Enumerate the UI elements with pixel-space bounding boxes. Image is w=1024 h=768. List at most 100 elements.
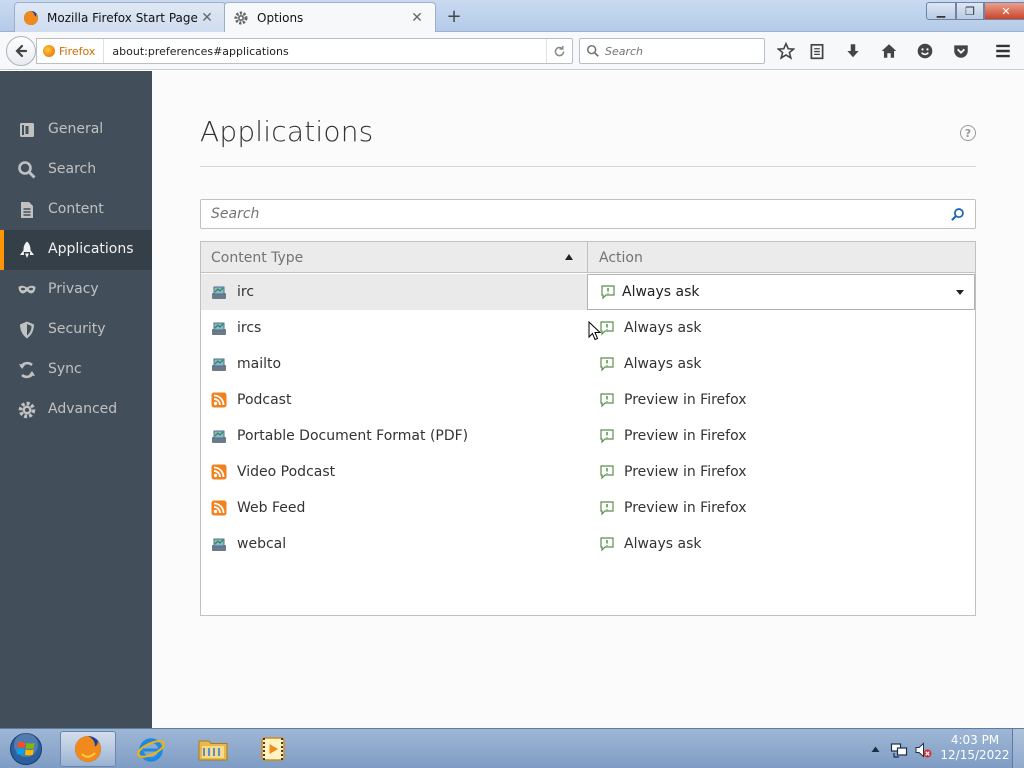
action-cell[interactable]: Always ask xyxy=(587,346,975,382)
sidebar-item-security[interactable]: Security xyxy=(0,310,152,350)
search-icon xyxy=(18,161,36,179)
sidebar-item-label: Applications xyxy=(48,241,134,257)
taskbar-internet-explorer[interactable] xyxy=(123,731,179,767)
volume-muted-icon[interactable] xyxy=(914,741,932,759)
hamburger-menu-icon xyxy=(996,44,1010,58)
close-tab-icon[interactable]: ✕ xyxy=(409,10,425,26)
sidebar-item-advanced[interactable]: Advanced xyxy=(0,390,152,430)
taskbar-windows-explorer[interactable] xyxy=(185,731,241,767)
reload-button[interactable] xyxy=(546,39,572,63)
action-cell[interactable]: Preview in Firefox xyxy=(587,454,975,490)
maximize-button[interactable]: ❐ xyxy=(956,2,984,20)
action-label: Preview in Firefox xyxy=(624,500,747,516)
preview-icon xyxy=(600,465,614,480)
identity-label: Firefox xyxy=(59,44,96,58)
home-button[interactable] xyxy=(879,41,899,61)
action-dropdown[interactable]: Always ask xyxy=(587,274,975,310)
clock-date: 12/15/2022 xyxy=(940,748,1010,762)
protocol-app-icon xyxy=(212,358,226,371)
rss-feed-icon xyxy=(211,464,227,480)
pocket-icon xyxy=(954,45,968,58)
column-header-action[interactable]: Action xyxy=(588,242,975,273)
table-row[interactable]: Video Podcast Preview in Firefox xyxy=(201,454,975,490)
taskbar-firefox[interactable] xyxy=(60,731,116,767)
smiley-icon xyxy=(917,43,933,59)
protocol-app-icon xyxy=(212,430,226,443)
content-type-cell: Podcast xyxy=(201,382,587,418)
tab-firefox-start-page[interactable]: Mozilla Firefox Start Page ✕ xyxy=(14,2,226,32)
sidebar-item-sync[interactable]: Sync xyxy=(0,350,152,390)
action-label: Always ask xyxy=(622,284,700,300)
sidebar-item-privacy[interactable]: Privacy xyxy=(0,270,152,310)
action-cell[interactable]: Preview in Firefox xyxy=(587,490,975,526)
sidebar-item-applications[interactable]: Applications xyxy=(0,230,152,270)
table-row[interactable]: webcal Always ask xyxy=(201,526,975,562)
table-row[interactable]: Web Feed Preview in Firefox xyxy=(201,490,975,526)
reading-list-button[interactable] xyxy=(807,41,827,61)
help-button[interactable]: ? xyxy=(960,125,976,141)
bookmark-star-button[interactable] xyxy=(776,41,796,61)
content-type-cell: Video Podcast xyxy=(201,454,587,490)
firefox-logo-icon xyxy=(75,736,101,762)
tab-title: Mozilla Firefox Start Page xyxy=(47,10,198,25)
table-row[interactable]: irc Always ask xyxy=(201,274,975,310)
taskbar-media-player[interactable] xyxy=(245,731,301,767)
sort-ascending-icon xyxy=(565,254,573,260)
search-input[interactable] xyxy=(605,44,755,58)
sidebar-item-label: Sync xyxy=(48,361,82,377)
table-row[interactable]: mailto Always ask xyxy=(201,346,975,382)
minimize-button[interactable]: ▁ xyxy=(926,2,956,20)
action-cell[interactable]: Preview in Firefox xyxy=(587,382,975,418)
privacy-mask-icon xyxy=(18,285,36,294)
sidebar-item-label: Security xyxy=(48,321,106,337)
start-button[interactable] xyxy=(4,730,48,768)
close-tab-icon[interactable]: ✕ xyxy=(199,10,215,26)
back-button[interactable] xyxy=(6,36,36,66)
content-type-label: Podcast xyxy=(237,392,292,408)
downloads-button[interactable] xyxy=(843,41,863,61)
column-header-content-type[interactable]: Content Type xyxy=(201,242,588,273)
advanced-icon xyxy=(18,401,36,419)
filter-input[interactable] xyxy=(211,206,911,222)
windows-start-orb-icon xyxy=(10,733,42,765)
content-type-label: Portable Document Format (PDF) xyxy=(237,428,469,444)
action-label: Always ask xyxy=(624,356,702,372)
url-text[interactable]: about:preferences#applications xyxy=(104,45,546,58)
table-row[interactable]: Podcast Preview in Firefox xyxy=(201,382,975,418)
tab-options[interactable]: Options ✕ xyxy=(224,2,436,32)
content-type-cell: irc xyxy=(201,274,587,310)
close-window-button[interactable]: ✕ xyxy=(984,2,1024,20)
show-hidden-icons-chevron-icon[interactable] xyxy=(871,745,880,753)
taskbar-clock[interactable]: 4:03 PM 12/15/2022 xyxy=(940,733,1010,763)
site-identity[interactable]: Firefox xyxy=(37,39,105,63)
protocol-app-icon xyxy=(212,286,226,299)
protocol-app-icon xyxy=(212,538,226,551)
hello-button[interactable] xyxy=(915,41,935,61)
search-icon xyxy=(951,208,964,221)
sidebar-item-search[interactable]: Search xyxy=(0,150,152,190)
clock-time: 4:03 PM xyxy=(950,733,1000,747)
table-row[interactable]: Portable Document Format (PDF) Preview i… xyxy=(201,418,975,454)
new-tab-button[interactable]: + xyxy=(444,6,464,27)
action-cell[interactable]: Always ask xyxy=(587,310,975,346)
action-cell[interactable]: Always ask xyxy=(587,526,975,562)
gear-icon xyxy=(234,11,248,25)
show-desktop-button[interactable] xyxy=(1012,729,1024,768)
security-icon xyxy=(20,321,34,339)
content-type-label: Web Feed xyxy=(237,500,306,516)
firefox-identity-icon xyxy=(43,45,55,57)
sidebar-item-label: Privacy xyxy=(48,281,99,297)
download-arrow-icon xyxy=(847,44,859,58)
content-type-filter[interactable] xyxy=(200,199,976,229)
action-label: Preview in Firefox xyxy=(624,392,747,408)
sidebar-item-content[interactable]: Content xyxy=(0,190,152,230)
header-divider xyxy=(200,166,976,167)
sidebar-item-general[interactable]: General xyxy=(0,110,152,150)
network-icon[interactable] xyxy=(890,741,908,759)
pocket-button[interactable] xyxy=(951,41,971,61)
url-bar[interactable]: Firefox about:preferences#applications xyxy=(36,38,573,64)
back-arrow-icon xyxy=(15,44,28,58)
open-menu-button[interactable] xyxy=(993,41,1013,61)
action-cell[interactable]: Preview in Firefox xyxy=(587,418,975,454)
search-bar[interactable] xyxy=(579,38,765,64)
